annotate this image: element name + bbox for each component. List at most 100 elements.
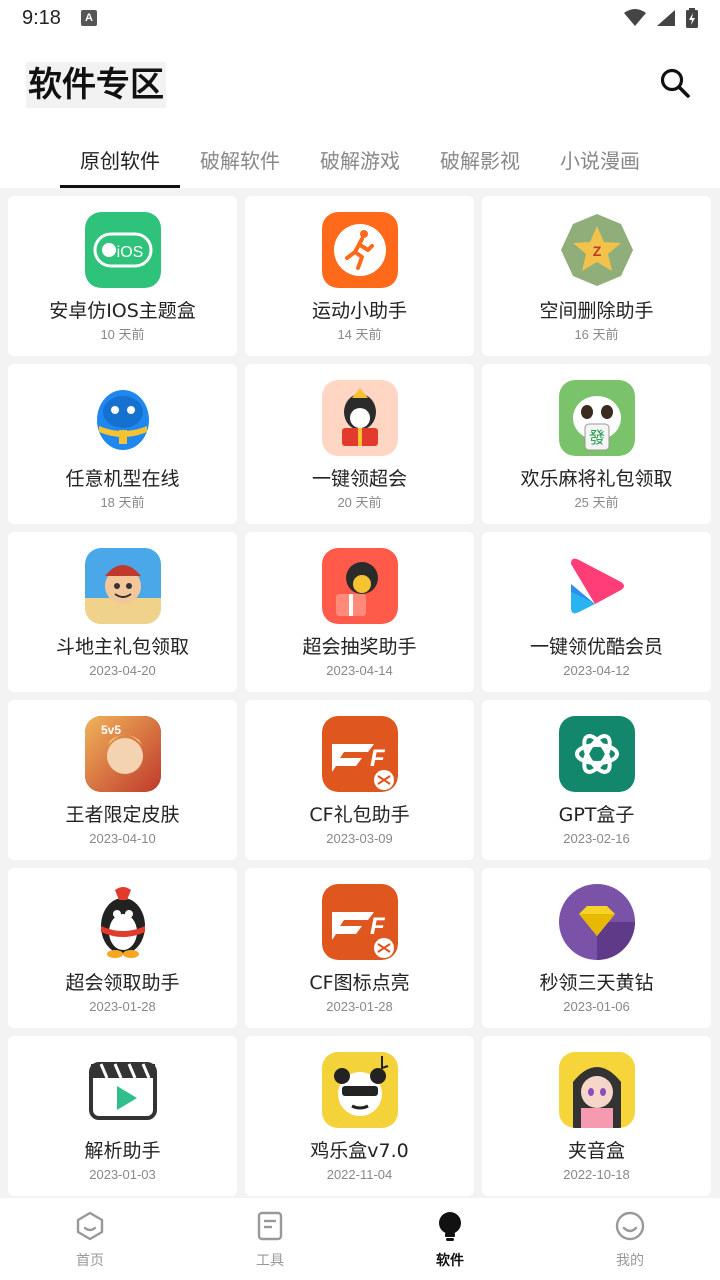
app-date: 16 天前 <box>574 327 619 342</box>
app-date: 10 天前 <box>100 327 145 342</box>
app-card[interactable]: 解析助手 2023-01-03 <box>8 1036 237 1196</box>
tab-4[interactable]: 小说漫画 <box>540 136 660 188</box>
nav-label: 我的 <box>616 1253 644 1269</box>
nav-item-0[interactable]: 首页 <box>0 1198 180 1280</box>
lottery-gift-icon <box>321 548 398 624</box>
app-name: 秒领三天黄钻 <box>539 972 654 994</box>
qzone-star-icon: Z <box>559 212 635 288</box>
tab-2[interactable]: 破解游戏 <box>300 136 420 188</box>
app-card[interactable]: 超会领取助手 2023-01-28 <box>8 868 237 1028</box>
app-date: 2023-04-12 <box>563 663 630 678</box>
yellow-diamond-icon <box>558 884 635 960</box>
app-name: 运动小助手 <box>311 300 407 322</box>
app-card[interactable]: 秒领三天黄钻 2023-01-06 <box>482 868 711 1028</box>
nav-label: 工具 <box>256 1253 284 1269</box>
app-name: 王者限定皮肤 <box>65 804 180 826</box>
app-date: 2023-01-03 <box>89 1167 156 1182</box>
app-card[interactable]: GPT盒子 2023-02-16 <box>482 700 711 860</box>
app-name: CF礼包助手 <box>309 804 410 826</box>
app-date: 2023-04-14 <box>326 663 393 678</box>
search-icon[interactable] <box>658 66 692 100</box>
app-card[interactable]: 夹音盒 2022-10-18 <box>482 1036 711 1196</box>
app-card[interactable]: iOS 安卓仿IOS主题盒 10 天前 <box>8 196 237 356</box>
nav-item-1[interactable]: 工具 <box>180 1198 360 1280</box>
honor-of-kings-icon: 5v5 <box>84 716 161 792</box>
tab-1[interactable]: 破解软件 <box>180 136 300 188</box>
app-grid-container: iOS 安卓仿IOS主题盒 10 天前 运动小助手 14 天前 Z 空间删除助手 16 天前任… <box>0 188 720 1198</box>
app-date: 2023-01-28 <box>89 999 156 1014</box>
app-name: GPT盒子 <box>558 804 635 826</box>
crossfire-icon: F <box>321 884 398 960</box>
app-date: 18 天前 <box>100 495 145 510</box>
svg-text:Z: Z <box>592 243 601 259</box>
anime-girl-icon <box>558 1052 635 1128</box>
app-card[interactable]: 發欢乐麻将礼包领取 25 天前 <box>482 364 711 524</box>
svg-text:iOS: iOS <box>116 244 143 261</box>
app-name: 一键领超会 <box>311 468 407 490</box>
app-date: 25 天前 <box>574 495 619 510</box>
app-date: 2023-01-28 <box>326 999 393 1014</box>
app-card[interactable]: 5v5 王者限定皮肤 2023-04-10 <box>8 700 237 860</box>
app-card[interactable]: 鸡乐盒v7.0 2022-11-04 <box>245 1036 474 1196</box>
app-card[interactable]: 一键领优酷会员 2023-04-12 <box>482 532 711 692</box>
svg-text:5v5: 5v5 <box>101 723 121 737</box>
page-header: 软件专区 <box>0 40 720 130</box>
app-date: 2023-01-06 <box>563 999 630 1014</box>
svg-text:F: F <box>370 913 386 940</box>
app-name: 超会抽奖助手 <box>302 636 417 658</box>
openai-icon <box>558 716 635 792</box>
app-card[interactable]: 运动小助手 14 天前 <box>245 196 474 356</box>
app-name: 夹音盒 <box>567 1140 625 1162</box>
app-card[interactable]: 斗地主礼包领取 2023-04-20 <box>8 532 237 692</box>
battery-icon <box>686 8 698 28</box>
app-date: 2023-04-10 <box>89 831 156 846</box>
app-card[interactable]: 任意机型在线 18 天前 <box>8 364 237 524</box>
status-time: 9:18 <box>22 6 61 29</box>
nav-item-2[interactable]: 软件 <box>360 1198 540 1280</box>
landlord-game-icon <box>84 548 161 624</box>
app-card[interactable]: 超会抽奖助手 2023-04-14 <box>245 532 474 692</box>
app-name: CF图标点亮 <box>309 972 410 994</box>
mahjong-panda-icon: 發 <box>558 380 635 456</box>
notification-icon: A <box>80 10 97 26</box>
tab-0[interactable]: 原创软件 <box>60 136 180 188</box>
qq-gift-icon <box>321 380 398 456</box>
panda-meme-icon <box>321 1052 398 1128</box>
smile-icon <box>614 1210 646 1246</box>
app-name: 超会领取助手 <box>65 972 180 994</box>
app-date: 2022-11-04 <box>326 1167 393 1182</box>
app-name: 斗地主礼包领取 <box>55 636 189 658</box>
crossfire-icon: F <box>321 716 398 792</box>
svg-text:F: F <box>370 745 386 772</box>
signal-icon <box>657 10 675 26</box>
bottom-navigation: 首页 工具 软件 我的 <box>0 1198 720 1280</box>
app-name: 安卓仿IOS主题盒 <box>49 300 196 322</box>
category-tabs: 原创软件 破解软件 破解游戏 破解影视 小说漫画 <box>0 136 720 188</box>
ios-theme-icon: iOS <box>84 212 161 288</box>
tab-3[interactable]: 破解影视 <box>420 136 540 188</box>
nav-label: 首页 <box>76 1253 104 1269</box>
app-grid: iOS 安卓仿IOS主题盒 10 天前 运动小助手 14 天前 Z 空间删除助手 16 天前任… <box>0 188 720 1198</box>
app-name: 解析助手 <box>84 1140 161 1162</box>
status-bar: 9:18 A <box>0 0 720 36</box>
app-date: 20 天前 <box>337 495 382 510</box>
status-icons <box>624 8 698 28</box>
app-name: 空间删除助手 <box>539 300 654 322</box>
app-card[interactable]: Z 空间删除助手 16 天前 <box>482 196 711 356</box>
app-card[interactable]: F CF图标点亮 2023-01-28 <box>245 868 474 1028</box>
app-card[interactable]: F CF礼包助手 2023-03-09 <box>245 700 474 860</box>
nav-item-3[interactable]: 我的 <box>540 1198 720 1280</box>
wifi-icon <box>624 9 646 26</box>
app-card[interactable]: 一键领超会 20 天前 <box>245 364 474 524</box>
tools-icon <box>254 1210 286 1246</box>
svg-text:發: 發 <box>588 428 604 447</box>
app-date: 2023-02-16 <box>563 831 630 846</box>
running-icon <box>321 212 398 288</box>
bulb-icon <box>434 1210 466 1246</box>
app-date: 2023-04-20 <box>89 663 156 678</box>
youku-play-icon <box>558 548 635 624</box>
qq-penguin-blue-icon <box>85 380 161 456</box>
app-name: 任意机型在线 <box>65 468 180 490</box>
video-clapper-icon <box>85 1052 161 1128</box>
app-date: 2023-03-09 <box>326 831 393 846</box>
